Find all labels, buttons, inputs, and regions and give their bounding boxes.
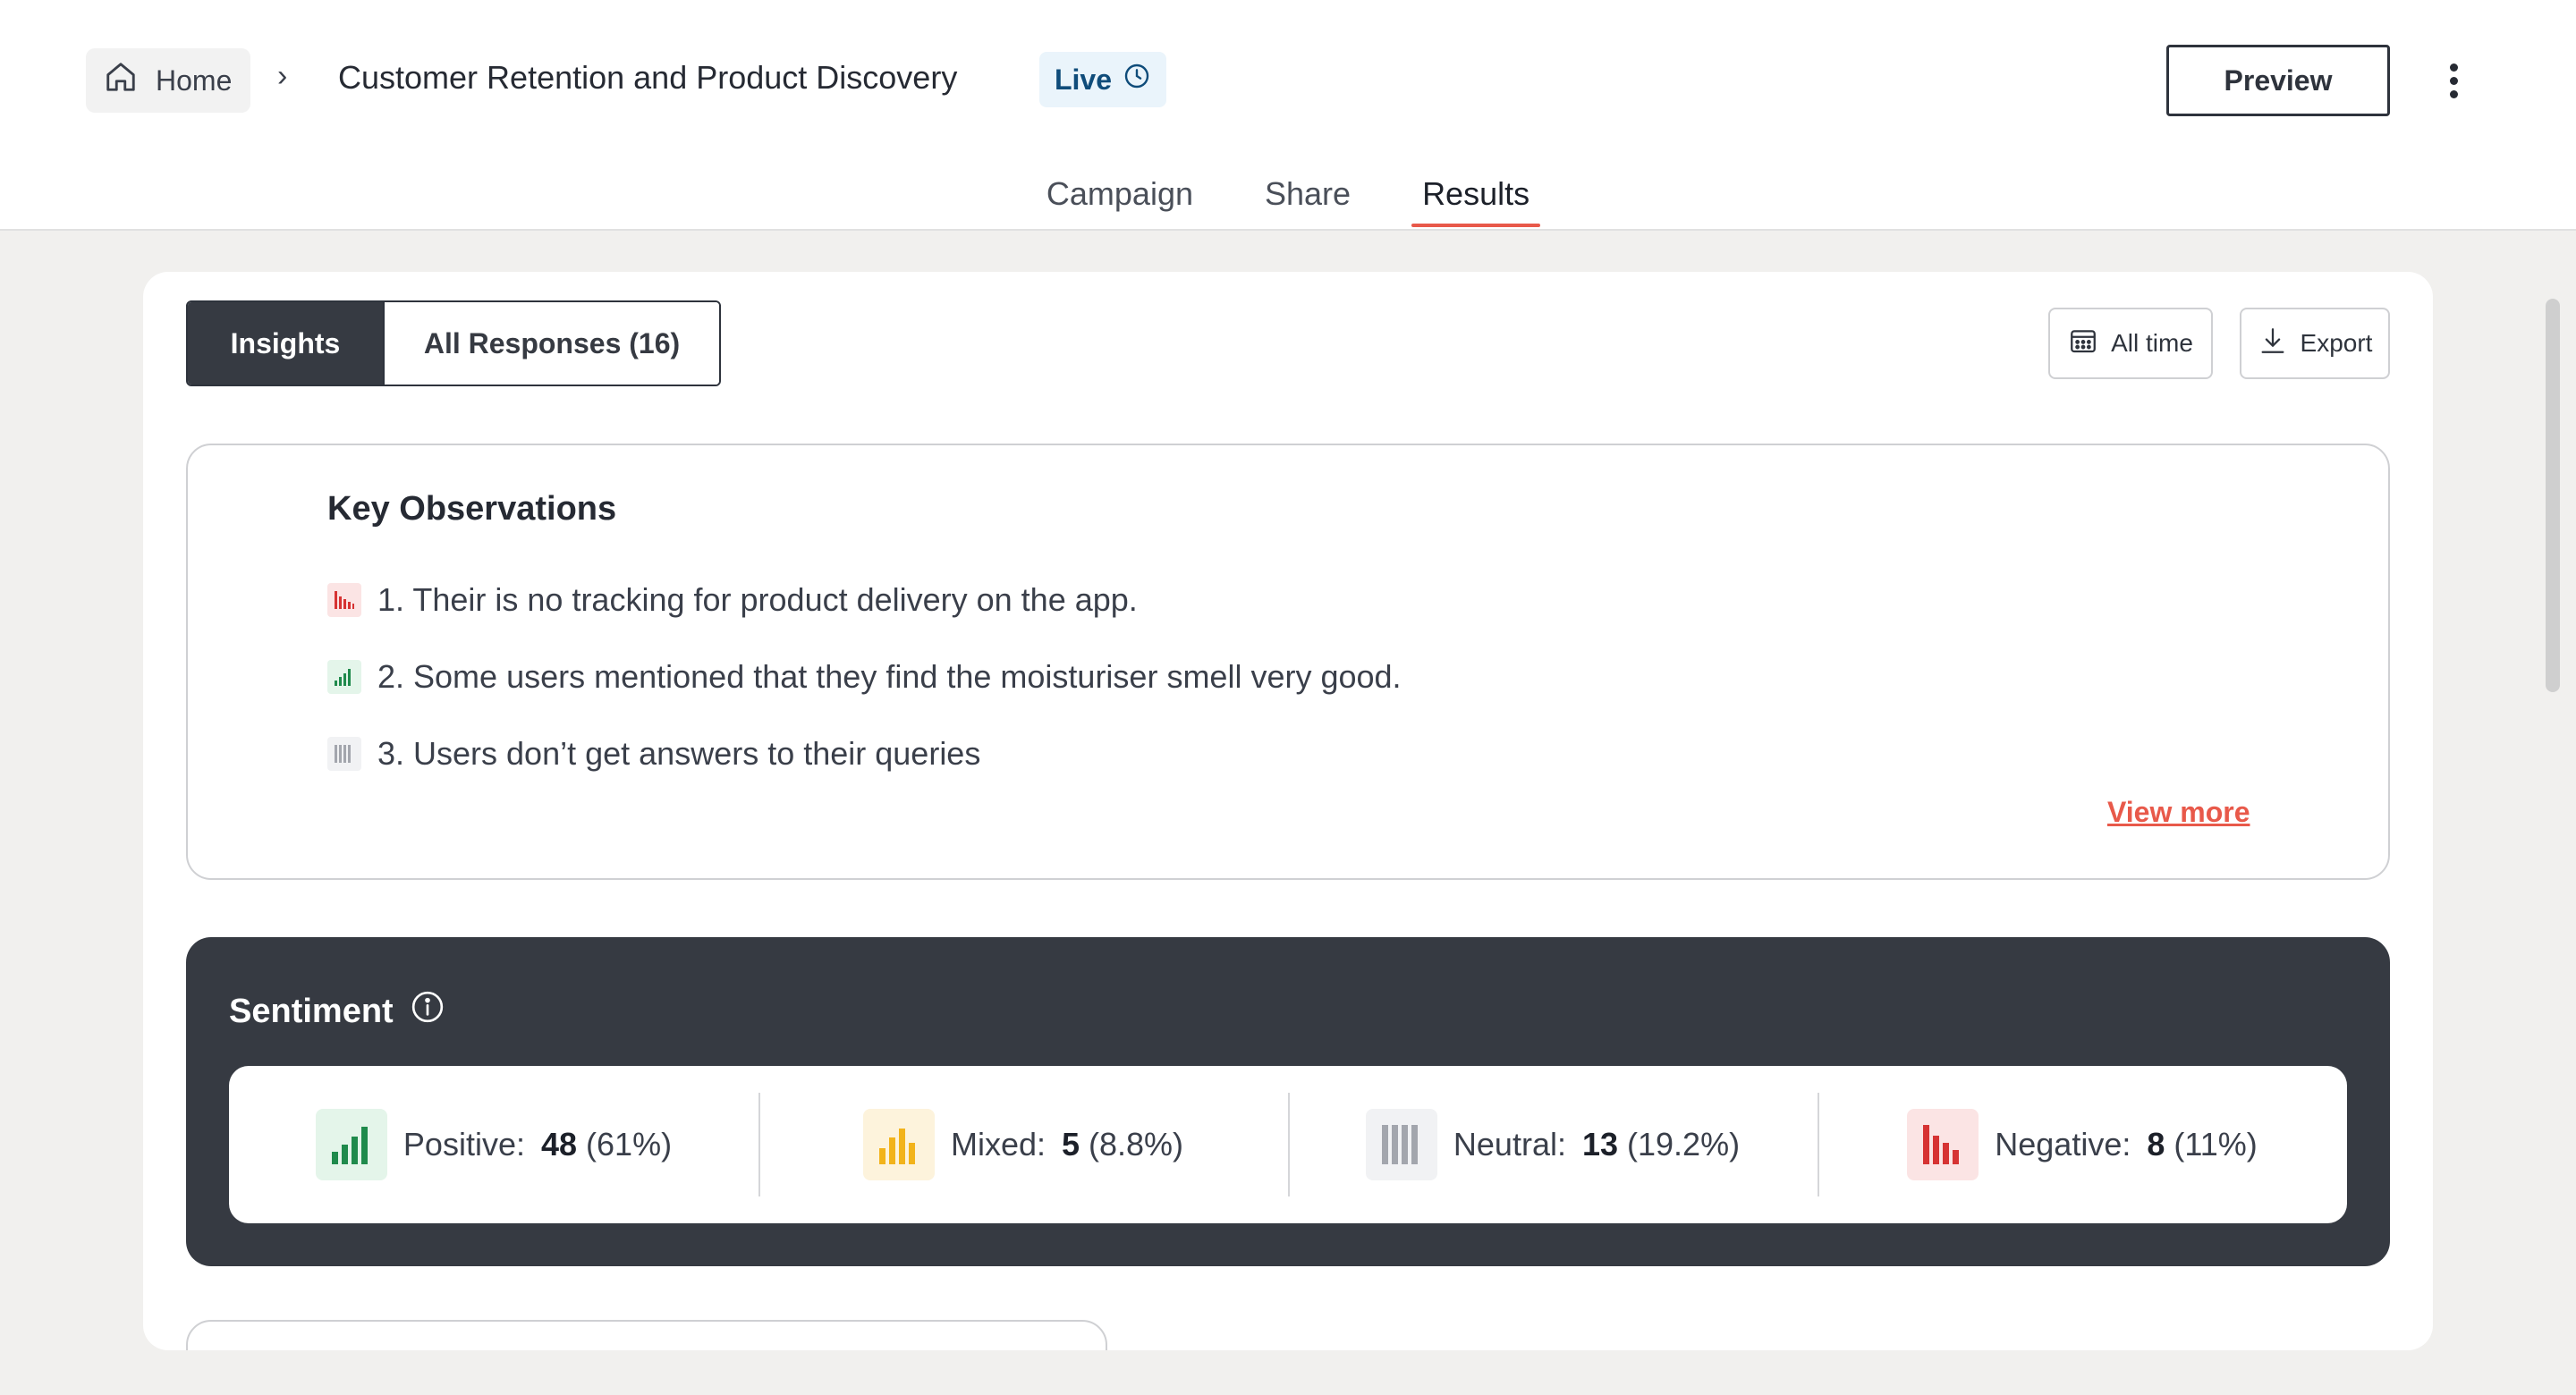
sentiment-title: Sentiment bbox=[229, 992, 394, 1030]
positive-percent: (61%) bbox=[586, 1126, 673, 1162]
export-button[interactable]: Export bbox=[2240, 308, 2390, 379]
mixed-percent: (8.8%) bbox=[1089, 1126, 1184, 1162]
date-filter-label: All time bbox=[2111, 329, 2193, 357]
tab-share[interactable]: Share bbox=[1254, 172, 1361, 231]
negative-bars-icon bbox=[1907, 1109, 1979, 1180]
neutral-sentiment-icon bbox=[327, 737, 361, 771]
observation-text: 3. Users don’t get answers to their quer… bbox=[377, 735, 981, 772]
observation-text: 2. Some users mentioned that they find t… bbox=[377, 658, 1402, 695]
negative-count: 8 bbox=[2147, 1126, 2165, 1162]
status-label: Live bbox=[1054, 63, 1113, 96]
negative-sentiment-icon bbox=[327, 583, 361, 617]
date-filter-button[interactable]: All time bbox=[2048, 308, 2213, 379]
preview-button[interactable]: Preview bbox=[2166, 45, 2390, 116]
mixed-count: 5 bbox=[1061, 1126, 1080, 1162]
next-card-partial bbox=[186, 1320, 1107, 1350]
positive-bars-icon bbox=[315, 1109, 387, 1180]
sentiment-neutral: Neutral: 13 (19.2%) bbox=[1288, 1066, 1818, 1223]
tab-campaign[interactable]: Campaign bbox=[1036, 172, 1204, 231]
main-tabs: Campaign Share Results bbox=[0, 172, 2576, 231]
export-label: Export bbox=[2300, 329, 2373, 357]
negative-label: Negative: bbox=[1995, 1126, 2131, 1162]
sentiment-positive: Positive: 48 (61%) bbox=[229, 1066, 758, 1223]
vertical-scrollbar[interactable] bbox=[2546, 299, 2560, 692]
insights-tab[interactable]: Insights bbox=[188, 302, 383, 385]
calendar-icon bbox=[2068, 326, 2098, 362]
home-icon bbox=[104, 60, 138, 101]
breadcrumb-separator: › bbox=[277, 59, 288, 93]
home-breadcrumb[interactable]: Home bbox=[86, 48, 250, 113]
observations-title: Key Observations bbox=[327, 490, 617, 528]
observation-item: 2. Some users mentioned that they find t… bbox=[327, 658, 1402, 696]
all-responses-tab[interactable]: All Responses (16) bbox=[383, 302, 719, 385]
observation-text: 1. Their is no tracking for product deli… bbox=[377, 581, 1138, 618]
neutral-bars-icon bbox=[1365, 1109, 1437, 1180]
status-badge: Live bbox=[1039, 52, 1166, 107]
sentiment-negative: Negative: 8 (11%) bbox=[1818, 1066, 2347, 1223]
more-options-icon[interactable] bbox=[2438, 55, 2469, 106]
positive-label: Positive: bbox=[402, 1126, 525, 1162]
positive-sentiment-icon bbox=[327, 660, 361, 694]
home-label: Home bbox=[156, 63, 233, 97]
sentiment-card: Sentiment Positive: 48 (61%) Mixed: 5 (8… bbox=[186, 937, 2390, 1266]
neutral-label: Neutral: bbox=[1453, 1126, 1566, 1162]
page-title: Customer Retention and Product Discovery bbox=[338, 59, 958, 96]
view-toggle: Insights All Responses (16) bbox=[186, 300, 721, 386]
neutral-percent: (19.2%) bbox=[1627, 1126, 1741, 1162]
neutral-count: 13 bbox=[1581, 1126, 1619, 1162]
mixed-label: Mixed: bbox=[950, 1126, 1046, 1162]
key-observations-card: Key Observations 1. Their is no tracking… bbox=[186, 444, 2390, 880]
sentiment-header: Sentiment bbox=[229, 989, 445, 1034]
mixed-bars-icon bbox=[862, 1109, 935, 1180]
view-more-link[interactable]: View more bbox=[2107, 796, 2250, 829]
download-icon bbox=[2258, 326, 2288, 362]
tab-results[interactable]: Results bbox=[1411, 172, 1541, 231]
clock-icon bbox=[1123, 62, 1151, 97]
observation-item: 3. Users don’t get answers to their quer… bbox=[327, 735, 980, 773]
positive-count: 48 bbox=[540, 1126, 578, 1162]
top-bar: Home › Customer Retention and Product Di… bbox=[0, 0, 2576, 231]
negative-percent: (11%) bbox=[2174, 1126, 2258, 1162]
sentiment-mixed: Mixed: 5 (8.8%) bbox=[758, 1066, 1288, 1223]
observation-item: 1. Their is no tracking for product deli… bbox=[327, 581, 1138, 619]
results-panel: Insights All Responses (16) All time Exp… bbox=[143, 272, 2433, 1350]
info-icon[interactable] bbox=[410, 989, 445, 1034]
sentiment-summary: Positive: 48 (61%) Mixed: 5 (8.8%) Neutr… bbox=[229, 1066, 2347, 1223]
